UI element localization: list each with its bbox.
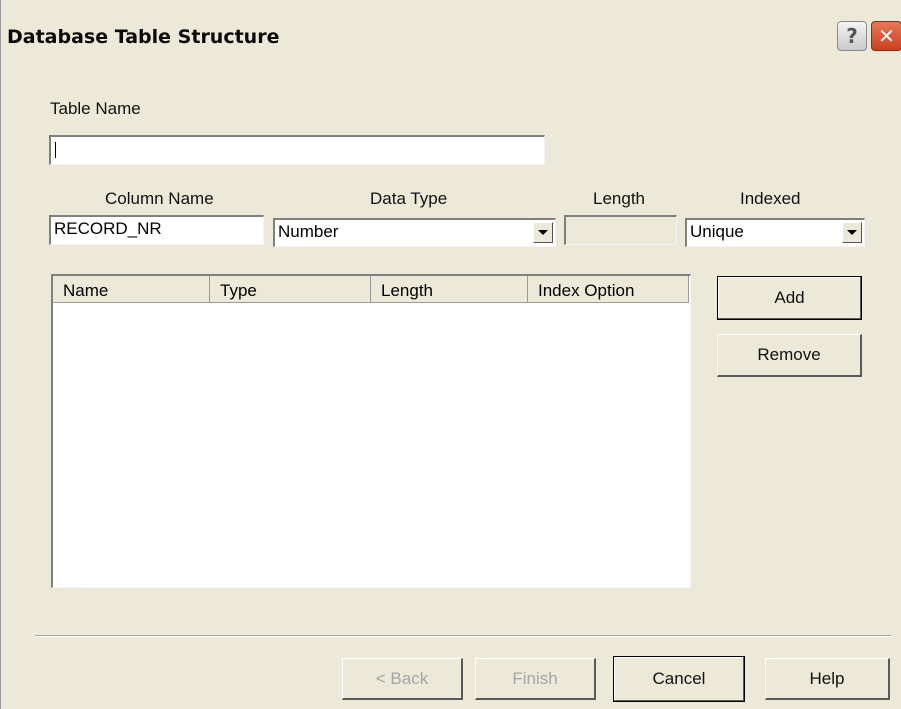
close-button[interactable]: ✕ bbox=[871, 21, 901, 51]
cancel-button[interactable]: Cancel bbox=[613, 656, 745, 702]
help-button[interactable]: Help bbox=[765, 658, 890, 700]
data-type-value: Number bbox=[278, 222, 339, 241]
column-header-index-option[interactable]: Index Option bbox=[528, 276, 689, 303]
column-header-length[interactable]: Length bbox=[371, 276, 528, 303]
text-cursor bbox=[55, 141, 56, 158]
window-title: Database Table Structure bbox=[7, 26, 280, 48]
title-bar[interactable]: Database Table Structure ? ✕ bbox=[1, 0, 901, 58]
footer-separator bbox=[35, 635, 891, 637]
data-type-label: Data Type bbox=[370, 189, 448, 208]
column-header-name[interactable]: Name bbox=[53, 276, 210, 303]
data-type-select[interactable]: Number bbox=[273, 218, 556, 247]
finish-button[interactable]: Finish bbox=[475, 658, 596, 700]
indexed-select[interactable]: Unique bbox=[685, 218, 865, 247]
table-name-input[interactable] bbox=[49, 135, 545, 165]
dialog-window: Database Table Structure ? ✕ Table Name … bbox=[0, 0, 901, 709]
remove-button[interactable]: Remove bbox=[717, 334, 862, 377]
columns-list-header: Name Type Length Index Option bbox=[53, 276, 689, 303]
chevron-down-icon[interactable] bbox=[842, 222, 862, 243]
columns-list[interactable]: Name Type Length Index Option bbox=[51, 274, 691, 588]
indexed-label: Indexed bbox=[740, 189, 801, 208]
add-button[interactable]: Add bbox=[717, 276, 862, 320]
indexed-value: Unique bbox=[690, 222, 744, 241]
close-icon: ✕ bbox=[878, 24, 895, 48]
column-name-value: RECORD_NR bbox=[54, 219, 162, 238]
chevron-down-icon[interactable] bbox=[533, 222, 553, 243]
column-name-label: Column Name bbox=[105, 189, 214, 208]
help-title-button[interactable]: ? bbox=[837, 21, 867, 51]
column-header-type[interactable]: Type bbox=[210, 276, 371, 303]
table-name-label: Table Name bbox=[50, 99, 141, 118]
help-icon: ? bbox=[846, 24, 858, 48]
length-label: Length bbox=[593, 189, 645, 208]
length-input[interactable] bbox=[564, 215, 677, 245]
column-name-input[interactable]: RECORD_NR bbox=[49, 215, 264, 245]
back-button[interactable]: < Back bbox=[342, 658, 463, 700]
